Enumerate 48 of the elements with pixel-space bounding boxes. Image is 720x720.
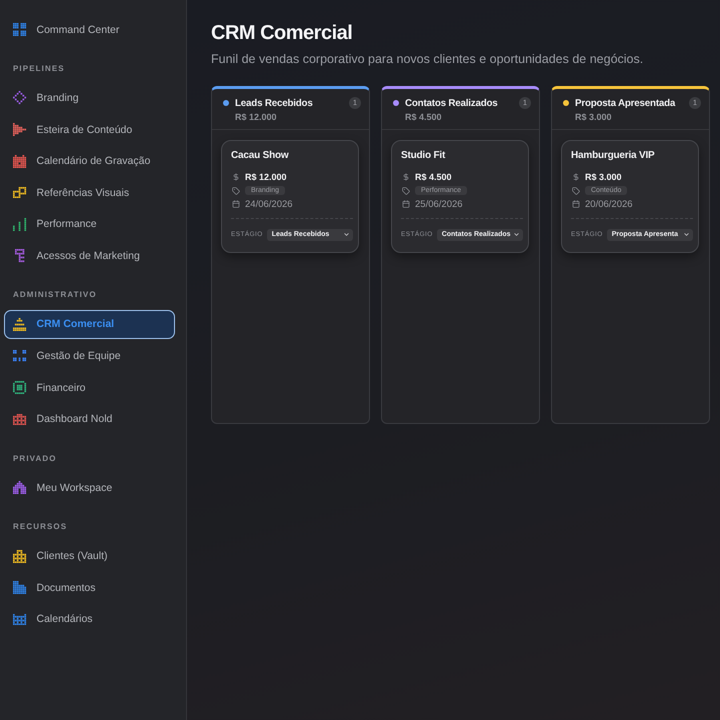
sidebar-item[interactable]: Branding [4,84,175,112]
calendar-icon [232,200,240,208]
sidebar-item[interactable]: Referências Visuais [4,178,175,208]
page-subtitle: Funil de vendas corporativo para novos clientes e oportunidades de negócios. [211,51,644,67]
section-title: RECURSOS [13,522,68,532]
calendar-icon [402,200,410,208]
deal-amount: R$ 3.000 [585,172,622,182]
sidebar-item[interactable]: Documentos [4,573,175,602]
sidebar-item[interactable]: Command Center [4,15,175,44]
sidebar-item[interactable]: Calendários [4,604,175,634]
dollar-icon [572,173,580,181]
column-title: Proposta Apresentada [575,98,676,108]
sidebar-item[interactable]: Financeiro [4,373,175,402]
column-total: R$ 4.500 [405,111,442,123]
sidebar-item[interactable]: Clientes (Vault) [4,542,175,571]
chevron-down-icon [513,231,520,238]
deal-title: Hamburgueria VIP [571,149,654,163]
column-title: Contatos Realizados [405,98,498,108]
dollar-icon [402,173,410,181]
deal-date: 24/06/2026 [245,198,293,210]
chevron-down-icon [343,231,350,238]
deal-amount: R$ 4.500 [415,172,452,182]
deal-title: Studio Fit [401,149,446,163]
deal-date: 20/06/2026 [585,198,633,210]
calendar-icon [572,200,580,208]
dollar-icon [232,173,240,181]
tag-icon [232,186,240,194]
sidebar-item[interactable]: Esteira de Conteúdo [4,115,175,144]
sidebar-item[interactable]: Acessos de Marketing [4,241,175,270]
column-total: R$ 3.000 [575,111,612,123]
deal-date: 25/06/2026 [415,198,463,210]
sidebar-item[interactable]: Gestão de Equipe [4,342,175,371]
page-title: CRM Comercial [211,21,352,46]
column-title: Leads Recebidos [235,98,313,108]
tag-icon [572,186,580,194]
sidebar-item[interactable]: Calendário de Gravação [4,146,175,176]
deal-title: Cacau Show [231,149,288,163]
section-title: PRIVADO [13,454,57,464]
section-title: ADMINISTRATIVO [13,290,97,300]
column-total: R$ 12.000 [235,111,277,123]
sidebar-item[interactable]: CRM Comercial [4,310,175,339]
sidebar-item[interactable]: Meu Workspace [4,473,175,502]
sidebar-item[interactable]: Dashboard Nold [4,404,175,434]
deal-amount: R$ 12.000 [245,172,287,182]
sidebar-item[interactable]: Performance [4,210,175,239]
section-title: PIPELINES [13,64,65,74]
chevron-down-icon [683,231,690,238]
tag-icon [402,186,410,194]
